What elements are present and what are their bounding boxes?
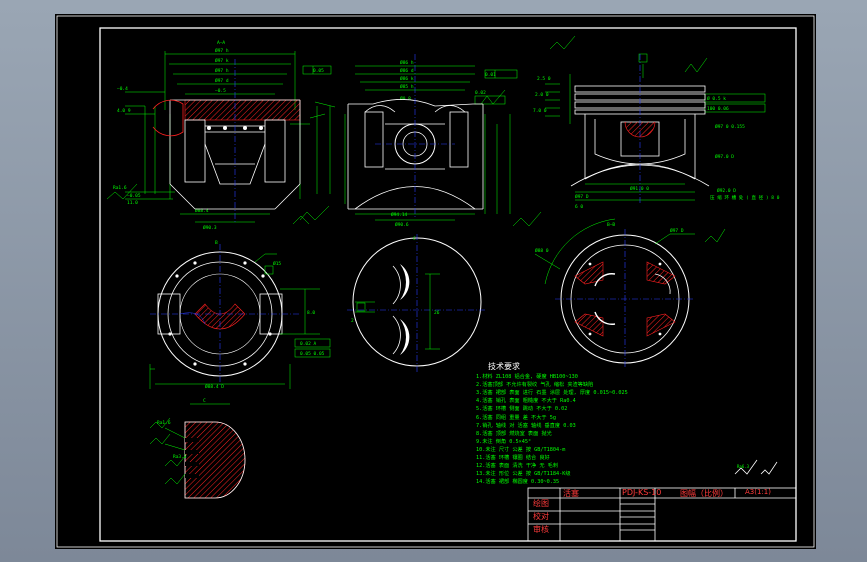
svg-text:Ø86 h: Ø86 h <box>400 59 414 66</box>
technical-requirements: 技术要求 1.材料 ZL108 铝合金, 硬度 HB100~130 2.活塞顶部… <box>476 362 716 486</box>
technical-requirements-heading: 技术要求 <box>488 362 520 371</box>
note-item: 8.活塞 顶部 燃烧室 表面 抛光 <box>476 430 552 437</box>
svg-text:4.0 9: 4.0 9 <box>117 108 131 114</box>
svg-text:Ø15: Ø15 <box>273 260 281 267</box>
note-item: 12.活塞 表面 清洗 干净 无 毛刺 <box>476 463 559 470</box>
note-item: 3.活塞 裙部 表面 进行 石墨 涂层 处理, 厚度 0.015~0.025 <box>476 390 628 397</box>
piston-side-section-view: Ø86 hØ86 dØ86 kØ85 h Ø0.8 0.01 0.02 Ø94.14 Ø… <box>309 54 542 228</box>
svg-text:Ø86 k: Ø86 k <box>400 75 414 82</box>
svg-text:Ø86 d: Ø86 d <box>400 67 414 74</box>
piston-pin-boss-section: B—B Ø97 D Ø88 0 <box>534 218 726 369</box>
svg-text:Ø88 0: Ø88 0 <box>535 247 549 254</box>
svg-text:B—B: B—B <box>607 222 615 228</box>
svg-text:Ø97 h: Ø97 h <box>215 67 229 74</box>
svg-text:Ø88.4 D: Ø88.4 D <box>205 383 224 390</box>
svg-text:Ø97 D: Ø97 D <box>670 227 684 234</box>
svg-text:A—A: A—A <box>217 40 225 46</box>
note-item: 5.活塞 环槽 侧面 跳动 不大于 0.02 <box>476 406 568 413</box>
note-item: 11.活塞 环槽 镶圈 结合 良好 <box>476 455 550 462</box>
note-item: 14.活塞 裙部 椭圆度 0.30~0.35 <box>476 479 560 486</box>
svg-text:压 缩 环 槽 处 ( 直 径 ) 8 0: 压 缩 环 槽 处 ( 直 径 ) 8 0 <box>710 194 780 201</box>
svg-text:Ø97 D: Ø97 D <box>575 193 589 200</box>
svg-text:0.05 0.05: 0.05 0.05 <box>300 351 325 357</box>
svg-text:Ø97 h: Ø97 h <box>215 47 229 54</box>
note-item: 9.未注 倒角 0.5×45° <box>476 438 532 445</box>
scale-label: 图幅（比例） <box>680 489 728 498</box>
drawing-sheet: A—A Ø97 h Ø97 k Ø97 h Ø97 d —0.5 —0.4 4.0 9 Ra1… <box>55 14 816 549</box>
ring-groove-detail-view: C Ra1.6 Ra3.2 <box>149 398 246 499</box>
svg-text:2.0 0: 2.0 0 <box>535 92 549 98</box>
svg-text:Ø0.8: Ø0.8 <box>400 95 411 102</box>
svg-text:—0.4: —0.4 <box>117 86 128 92</box>
svg-text:Ra6.3: Ra6.3 <box>737 464 750 469</box>
svg-text:—0.5: —0.5 <box>215 88 226 94</box>
note-item: 1.材料 ZL108 铝合金, 硬度 HB100~130 <box>476 374 578 381</box>
svg-text:Ø97 0 0.155: Ø97 0 0.155 <box>715 123 745 130</box>
svg-text:Ra1.6: Ra1.6 <box>157 420 171 426</box>
svg-text:Ø97 k: Ø97 k <box>215 57 229 64</box>
svg-text:2.5 0: 2.5 0 <box>537 76 551 82</box>
title-row-draw: 绘图 <box>533 499 549 508</box>
piston-top-view: 26 2 C <box>347 234 487 374</box>
svg-text:Ø97 d: Ø97 d <box>215 77 229 84</box>
note-item: 13.未注 形位 公差 按 GB/T1184-K级 <box>476 471 571 478</box>
svg-text:Ra3.2: Ra3.2 <box>173 454 187 460</box>
svg-text:B: B <box>215 240 218 246</box>
svg-text:6 0: 6 0 <box>575 204 583 210</box>
svg-text:0.02: 0.02 <box>475 90 486 96</box>
svg-text:2: 2 <box>351 318 354 324</box>
svg-text:8.0: 8.0 <box>307 310 315 316</box>
svg-text:Ø94.14: Ø94.14 <box>391 211 408 218</box>
note-item: 4.活塞 销孔 表面 粗糙度 不大于 Ra0.4 <box>476 398 576 405</box>
svg-text:Ra1.6: Ra1.6 <box>113 185 127 191</box>
svg-text:Ø97.0 D: Ø97.0 D <box>715 153 734 160</box>
svg-text:Ø88.4: Ø88.4 <box>195 207 209 214</box>
svg-text:—0.05: —0.05 <box>127 193 141 199</box>
title-row-check: 校对 <box>533 512 549 521</box>
svg-text:26: 26 <box>434 310 440 316</box>
note-item: 10.未注 尺寸 公差 按 GB/T1804-m <box>476 446 566 453</box>
note-item: 6.活塞 同组 重量 差 不大于 5g <box>476 414 556 421</box>
svg-text:Ø 0.5 k: Ø 0.5 k <box>707 95 726 102</box>
svg-text:7.0 0: 7.0 0 <box>533 108 547 114</box>
part-name: 活塞 <box>563 489 579 498</box>
svg-text:Ø90.6: Ø90.6 <box>395 221 409 228</box>
svg-text:Ø85 h: Ø85 h <box>400 83 414 90</box>
svg-text:Ø92.0 D: Ø92.0 D <box>717 187 736 194</box>
piston-bottom-view: Ø88.4 D 0.02 A 0.05 0.05 8.0 Ø15 B <box>149 240 331 390</box>
piston-ring-land-view: 2.5 0 2.0 0 7.0 0 Ø 0.5 k 100 0.06 Ø97 0 0.1… <box>533 35 780 210</box>
note-item: 7.销孔 轴线 对 活塞 轴线 垂直度 0.03 <box>476 422 576 429</box>
svg-text:C: C <box>413 236 416 242</box>
svg-text:Ø90.3: Ø90.3 <box>203 224 217 231</box>
svg-text:0.02 A: 0.02 A <box>300 341 317 347</box>
svg-text:0.01: 0.01 <box>485 72 496 78</box>
svg-text:Ø91.0 0: Ø91.0 0 <box>630 185 649 192</box>
piston-front-section-view: A—AØ97 hØ97 kØ97 hØ97 d—0.5 —0.44.0 9Ra1… <box>106 40 332 231</box>
title-row-review: 审核 <box>533 525 549 534</box>
svg-text:0.05: 0.05 <box>313 68 324 74</box>
note-item: 2.活塞顶部 不允许有裂纹 气孔 缩松 夹渣等缺陷 <box>476 382 594 389</box>
svg-text:C: C <box>203 398 206 404</box>
svg-text:100 0.06: 100 0.06 <box>707 106 729 112</box>
scale-value: A3(1:1) <box>745 488 771 496</box>
drawing-number: PDJ-KS-10 <box>622 488 662 497</box>
svg-text:11.0: 11.0 <box>127 200 138 206</box>
